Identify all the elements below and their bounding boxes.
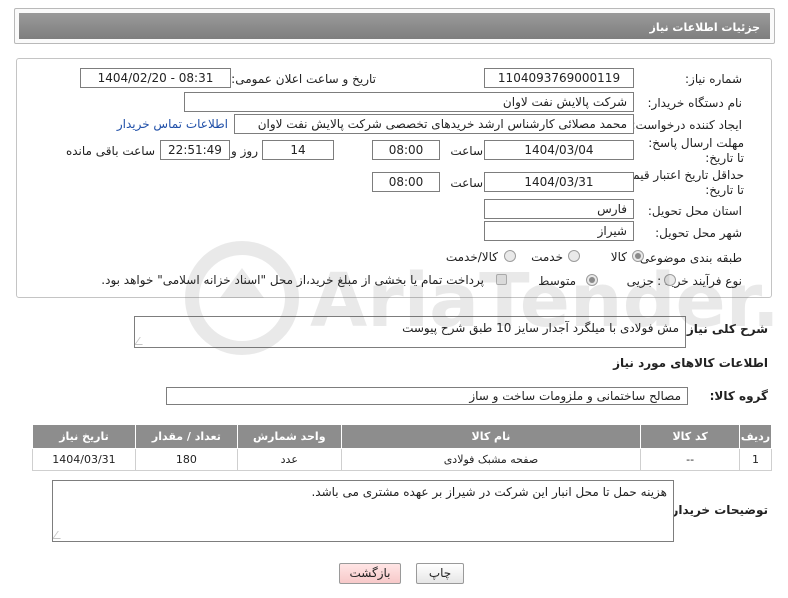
cell-unit: عدد bbox=[236, 448, 342, 471]
remaining-label: ساعت باقی مانده bbox=[65, 144, 155, 158]
category-radio-goods-service[interactable] bbox=[504, 250, 516, 262]
city-label: شهر محل تحویل: bbox=[655, 226, 742, 240]
goods-table: ردیف کد کالا نام کالا واحد شمارش تعداد /… bbox=[32, 424, 772, 471]
category-radio-service[interactable] bbox=[568, 250, 580, 262]
treasury-payment-checkbox[interactable] bbox=[496, 274, 507, 285]
province-field[interactable]: فارس bbox=[484, 199, 634, 219]
process-option-medium: متوسط bbox=[538, 274, 576, 288]
goods-group-label: گروه کالا: bbox=[709, 389, 768, 403]
buyer-notes-label: توضیحات خریدار: bbox=[666, 503, 768, 517]
process-option-minor: جزیی bbox=[626, 274, 654, 288]
cell-code: -- bbox=[640, 448, 741, 471]
buyer-org-label: نام دستگاه خریدار: bbox=[647, 96, 743, 110]
need-number-field[interactable]: 1104093769000119 bbox=[484, 68, 634, 88]
cell-name: صفحه مشبک فولادی bbox=[340, 448, 642, 471]
days-label: روز و bbox=[231, 144, 258, 158]
resize-grip-icon[interactable] bbox=[53, 531, 66, 539]
creator-field[interactable]: محمد مصلائی کارشناس ارشد خریدهای تخصصی ش… bbox=[234, 114, 634, 134]
process-radio-minor[interactable] bbox=[664, 274, 676, 286]
buyer-org-field[interactable]: شرکت پالایش نفت لاوان bbox=[184, 92, 634, 112]
goods-table-header: ردیف کد کالا نام کالا واحد شمارش تعداد /… bbox=[32, 424, 772, 449]
col-quantity: تعداد / مقدار bbox=[134, 424, 238, 449]
cell-quantity: 180 bbox=[134, 448, 238, 471]
buyer-notes-textarea[interactable]: هزینه حمل تا محل انبار این شرکت در شیراز… bbox=[52, 480, 674, 542]
city-field[interactable]: شیراز bbox=[484, 221, 634, 241]
need-number-label: شماره نیاز: bbox=[685, 72, 742, 86]
days-field[interactable]: 14 bbox=[262, 140, 334, 160]
description-label: شرح کلی نیاز: bbox=[682, 322, 768, 336]
print-button[interactable]: چاپ bbox=[416, 563, 464, 584]
category-option-service: خدمت bbox=[531, 250, 563, 264]
resize-grip-icon[interactable] bbox=[135, 337, 148, 345]
header-frame: جزئیات اطلاعات نیاز bbox=[14, 8, 775, 44]
price-time-label: ساعت bbox=[450, 176, 483, 190]
col-row: ردیف bbox=[739, 424, 772, 449]
goods-group-field[interactable]: مصالح ساختمانی و ملزومات ساخت و ساز bbox=[166, 387, 688, 405]
category-option-goods: کالا bbox=[610, 250, 627, 264]
process-radio-medium[interactable] bbox=[586, 274, 598, 286]
announce-label: تاریخ و ساعت اعلان عمومی: bbox=[231, 72, 376, 86]
col-unit: واحد شمارش bbox=[236, 424, 342, 449]
page-title: جزئیات اطلاعات نیاز bbox=[19, 13, 770, 39]
reply-time-label: ساعت bbox=[450, 144, 483, 158]
back-button[interactable]: بازگشت bbox=[339, 563, 401, 584]
payment-note: پرداخت تمام یا بخشی از مبلغ خرید،از محل … bbox=[101, 273, 484, 287]
creator-label: ایجاد کننده درخواست: bbox=[631, 118, 742, 132]
province-label: استان محل تحویل: bbox=[647, 204, 742, 218]
price-time-field[interactable]: 08:00 bbox=[372, 172, 440, 192]
announce-field[interactable]: 1404/02/20 - 08:31 bbox=[80, 68, 231, 88]
contact-info-link[interactable]: اطلاعات تماس خریدار bbox=[117, 117, 228, 131]
reply-deadline-label: مهلت ارسال پاسخ: تا تاریخ: bbox=[648, 136, 744, 165]
reply-date-field[interactable]: 1404/03/04 bbox=[484, 140, 634, 160]
reply-time-field[interactable]: 08:00 bbox=[372, 140, 440, 160]
cell-need-date: 1404/03/31 bbox=[32, 448, 136, 471]
category-option-goods-service: کالا/خدمت bbox=[445, 250, 498, 264]
price-date-field[interactable]: 1404/03/31 bbox=[484, 172, 634, 192]
buyer-notes-text: هزینه حمل تا محل انبار این شرکت در شیراز… bbox=[311, 485, 667, 499]
cell-row: 1 bbox=[739, 448, 772, 471]
description-textarea[interactable]: مش فولادی با میلگرد آجدار سایز 10 طبق شر… bbox=[134, 316, 686, 348]
category-radio-goods[interactable] bbox=[632, 250, 644, 262]
col-name: نام کالا bbox=[340, 424, 642, 449]
category-label: طبقه بندی موضوعی: bbox=[635, 251, 742, 265]
remaining-time-field[interactable]: 22:51:49 bbox=[160, 140, 230, 160]
table-row[interactable]: 1 -- صفحه مشبک فولادی عدد 180 1404/03/31 bbox=[32, 448, 772, 471]
col-code: کد کالا bbox=[640, 424, 741, 449]
price-validity-label: حداقل تاریخ اعتبار قیمت: تا تاریخ: bbox=[617, 168, 744, 197]
description-text: مش فولادی با میلگرد آجدار سایز 10 طبق شر… bbox=[402, 321, 679, 335]
goods-section-title: اطلاعات کالاهای مورد نیاز bbox=[613, 356, 768, 370]
col-need-date: تاریخ نیاز bbox=[32, 424, 136, 449]
